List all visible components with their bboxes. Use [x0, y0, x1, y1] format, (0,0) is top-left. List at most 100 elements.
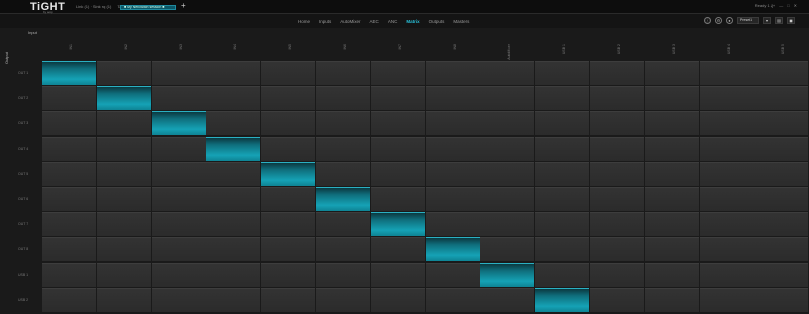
crosspoint[interactable] — [535, 237, 590, 262]
crosspoint-active[interactable] — [535, 287, 590, 312]
crosspoint[interactable] — [316, 111, 370, 136]
crosspoint[interactable] — [699, 136, 754, 161]
crosspoint[interactable] — [590, 187, 644, 211]
crosspoint[interactable] — [425, 111, 480, 136]
tab-home[interactable]: Home — [298, 19, 310, 24]
crosspoint[interactable] — [370, 111, 425, 136]
stop-button[interactable]: ◼ — [787, 17, 795, 24]
crosspoint[interactable] — [151, 287, 206, 312]
crosspoint[interactable] — [316, 86, 370, 111]
crosspoint[interactable] — [316, 287, 370, 312]
crosspoint-active[interactable] — [316, 187, 370, 211]
crosspoint[interactable] — [370, 136, 425, 161]
crosspoint[interactable] — [425, 86, 480, 111]
crosspoint[interactable] — [480, 212, 535, 237]
crosspoint[interactable] — [754, 136, 809, 161]
maximize-icon[interactable]: □ — [787, 3, 789, 8]
crosspoint-active[interactable] — [261, 161, 316, 186]
crosspoint[interactable] — [151, 86, 206, 111]
crosspoint[interactable] — [151, 61, 206, 85]
crosspoint-active[interactable] — [480, 262, 535, 287]
crosspoint-active[interactable] — [206, 136, 261, 161]
crosspoint[interactable] — [316, 237, 370, 262]
crosspoint[interactable] — [480, 61, 535, 85]
crosspoint[interactable] — [42, 161, 96, 186]
crosspoint[interactable] — [535, 111, 590, 136]
crosspoint[interactable] — [644, 287, 699, 312]
crosspoint[interactable] — [42, 111, 96, 136]
crosspoint[interactable] — [644, 187, 699, 211]
crosspoint-active[interactable] — [370, 212, 425, 237]
crosspoint[interactable] — [206, 86, 261, 111]
crosspoint[interactable] — [42, 237, 96, 262]
crosspoint[interactable] — [261, 187, 316, 211]
crosspoint[interactable] — [42, 86, 96, 111]
tab-matrix[interactable]: Matrix — [406, 19, 419, 24]
crosspoint[interactable] — [42, 187, 96, 211]
crosspoint[interactable] — [754, 86, 809, 111]
crosspoint[interactable] — [699, 111, 754, 136]
crosspoint[interactable] — [261, 136, 316, 161]
crosspoint[interactable] — [96, 237, 151, 262]
crosspoint[interactable] — [96, 161, 151, 186]
close-icon[interactable]: ✕ — [794, 3, 797, 8]
crosspoint[interactable] — [151, 161, 206, 186]
crosspoint[interactable] — [644, 212, 699, 237]
crosspoint[interactable] — [644, 161, 699, 186]
crosspoint[interactable] — [261, 111, 316, 136]
add-tab-button[interactable]: + — [181, 2, 186, 10]
crosspoint[interactable] — [206, 287, 261, 312]
crosspoint[interactable] — [151, 262, 206, 287]
crosspoint[interactable] — [644, 111, 699, 136]
crosspoint[interactable] — [261, 237, 316, 262]
crosspoint[interactable] — [96, 61, 151, 85]
crosspoint[interactable] — [261, 212, 316, 237]
crosspoint[interactable] — [699, 237, 754, 262]
connection-status[interactable]: Ready 1 ₰+ — [755, 3, 775, 8]
crosspoint[interactable] — [206, 237, 261, 262]
crosspoint[interactable] — [754, 287, 809, 312]
tab-aec[interactable]: AEC — [370, 19, 379, 24]
crosspoint[interactable] — [590, 237, 644, 262]
crosspoint[interactable] — [699, 61, 754, 85]
crosspoint[interactable] — [590, 212, 644, 237]
crosspoint[interactable] — [42, 136, 96, 161]
crosspoint[interactable] — [754, 161, 809, 186]
crosspoint[interactable] — [699, 287, 754, 312]
crosspoint[interactable] — [480, 86, 535, 111]
crosspoint[interactable] — [206, 262, 261, 287]
crosspoint[interactable] — [590, 61, 644, 85]
crosspoint[interactable] — [754, 262, 809, 287]
crosspoint[interactable] — [370, 86, 425, 111]
crosspoint[interactable] — [535, 161, 590, 186]
crosspoint[interactable] — [480, 187, 535, 211]
crosspoint[interactable] — [151, 212, 206, 237]
crosspoint[interactable] — [699, 161, 754, 186]
crosspoint[interactable] — [206, 212, 261, 237]
crosspoint[interactable] — [261, 262, 316, 287]
crosspoint[interactable] — [590, 111, 644, 136]
crosspoint[interactable] — [316, 262, 370, 287]
crosspoint[interactable] — [590, 161, 644, 186]
crosspoint[interactable] — [535, 61, 590, 85]
crosspoint-active[interactable] — [425, 237, 480, 262]
crosspoint[interactable] — [425, 136, 480, 161]
crosspoint[interactable] — [370, 237, 425, 262]
settings-icon[interactable]: ⚙ — [715, 17, 722, 24]
crosspoint[interactable] — [699, 86, 754, 111]
preset-dropdown-button[interactable]: ▾ — [763, 17, 771, 24]
crosspoint[interactable] — [261, 86, 316, 111]
crosspoint[interactable] — [644, 136, 699, 161]
crosspoint[interactable] — [699, 187, 754, 211]
tab-automixer[interactable]: AutoMixer — [340, 19, 360, 24]
crosspoint[interactable] — [261, 61, 316, 85]
crosspoint[interactable] — [535, 86, 590, 111]
crosspoint[interactable] — [754, 187, 809, 211]
crosspoint[interactable] — [480, 237, 535, 262]
crosspoint[interactable] — [754, 111, 809, 136]
crosspoint[interactable] — [316, 136, 370, 161]
crosspoint[interactable] — [151, 136, 206, 161]
crosspoint[interactable] — [754, 237, 809, 262]
crosspoint[interactable] — [370, 187, 425, 211]
crosspoint[interactable] — [425, 287, 480, 312]
